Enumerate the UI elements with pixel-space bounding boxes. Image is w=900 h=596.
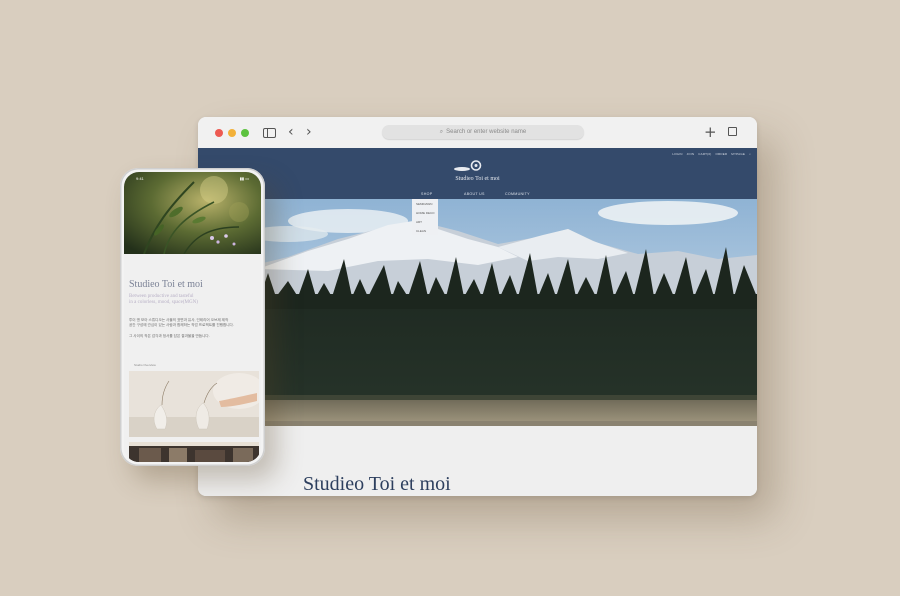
back-arrow-icon[interactable]: ‹ [288,124,294,140]
dropdown-item-clean[interactable]: CLEAN [416,229,426,233]
page-title: Studieo Toi et moi [303,473,451,495]
status-bar: 9:41 ▮▮ ▭ [124,172,261,182]
site-logo[interactable] [454,160,484,172]
utility-links: LOGIN JOIN CART(0) ORDER MYPAGE ⌕ [672,152,751,156]
search-icon: ⌕ [439,128,444,135]
plant-photo-image [124,172,261,254]
interior-photo-image [129,442,259,462]
mobile-subtitle-line: in a colorless, mood, space(MGN) [129,300,198,305]
dropdown-item-art[interactable]: ART [416,220,422,224]
nav-community[interactable]: COMMUNITY [505,192,530,196]
browser-window: ‹ › ⌕ Search or enter website name + LOG… [198,117,757,496]
shop-dropdown-menu: SEMIDAWN HOME DECO ART CLEAN [412,199,438,235]
vase-photo-image [129,371,259,437]
status-time: 9:41 [136,176,144,181]
nav-about-us[interactable]: ABOUT US [464,192,485,196]
logo-text: Studieo Toi et moi [455,176,500,182]
sidebar-icon[interactable] [263,128,276,138]
tabs-overview-icon[interactable] [725,127,737,139]
search-icon[interactable]: ⌕ [749,152,751,156]
body-line: 투이 앤 모아 스튜디오는 사물의 표면과 유사, 인테리어 오브제 제작 [129,318,229,322]
nav-shop[interactable]: SHOP [421,192,432,196]
util-join-link[interactable]: JOIN [687,152,695,156]
close-window-button[interactable] [215,129,223,137]
dropdown-item-home-deco[interactable]: HOME DECO [416,211,435,215]
mountain-landscape-image [198,199,757,426]
mobile-hero-image: 9:41 ▮▮ ▭ [124,172,261,254]
content-section [198,426,757,496]
address-bar[interactable]: ⌕ Search or enter website name [382,125,584,139]
dropdown-item-semidawn[interactable]: SEMIDAWN [416,202,432,206]
phone-screen: 9:41 ▮▮ ▭ Studieo Toi et moi Between pro… [124,172,261,462]
maximize-window-button[interactable] [241,129,249,137]
hero-image [198,199,757,426]
address-bar-placeholder: Search or enter website name [446,129,527,135]
util-mypage-link[interactable]: MYPAGE [731,152,745,156]
mobile-subtitle: Between productive and tasteful in a col… [129,294,198,306]
phone-device: 9:41 ▮▮ ▭ Studieo Toi et moi Between pro… [120,168,265,466]
main-nav: SHOP ABOUT US COMMUNITY [198,192,757,198]
body-line: 그 사이의 작은 감각과 정서를 담은 결과물을 만듭니다. [129,333,210,338]
util-order-link[interactable]: ORDER [715,152,727,156]
util-cart-link[interactable]: CART(0) [698,152,711,156]
browser-toolbar: ‹ › ⌕ Search or enter website name + [198,117,757,149]
body-line: 공간 구성에 관심이 있는 사람과 함께하는 작업 프로젝트를 진행합니다. [129,323,234,328]
signal-battery-icon: ▮▮ ▭ [239,176,249,181]
studio-overview-button[interactable]: Studio Overview [129,361,174,369]
minimize-window-button[interactable] [228,129,236,137]
mobile-body-text: 투이 앤 모아 스튜디오는 사물의 표면과 유사, 인테리어 오브제 제작 공간… [129,318,259,344]
new-tab-plus-icon[interactable]: + [704,123,717,141]
util-login-link[interactable]: LOGIN [672,152,682,156]
site-header: LOGIN JOIN CART(0) ORDER MYPAGE ⌕ Studie… [198,148,757,199]
mobile-title: Studieo Toi et moi [129,279,203,290]
forward-arrow-icon[interactable]: › [306,124,312,140]
